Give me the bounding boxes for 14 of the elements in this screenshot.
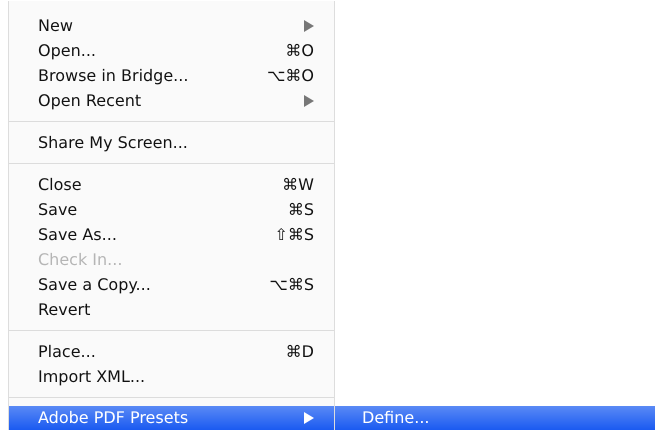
menu-item[interactable]: Adobe PDF Presets (9, 406, 334, 430)
menu-item[interactable]: Open... ⌘O (9, 38, 334, 63)
menu-item[interactable]: Revert (9, 297, 334, 322)
menu-item[interactable]: Place... ⌘D (9, 339, 334, 364)
menu-item[interactable]: Close ⌘W (9, 172, 334, 197)
menu-item[interactable]: Browse in Bridge... ⌥⌘O (9, 63, 334, 88)
menu-item[interactable]: New (9, 13, 334, 38)
menu-item[interactable]: Save ⌘S (9, 197, 334, 222)
menu-item[interactable]: Save As... ⇧⌘S (9, 222, 334, 247)
menu-item[interactable]: Import XML... (9, 364, 334, 389)
menu-item[interactable]: Open Recent (9, 88, 334, 113)
menu-item[interactable]: Save a Copy... ⌥⌘S (9, 272, 334, 297)
menu-item[interactable]: Define... (335, 406, 655, 430)
menu-item[interactable]: Share My Screen... (9, 130, 334, 155)
